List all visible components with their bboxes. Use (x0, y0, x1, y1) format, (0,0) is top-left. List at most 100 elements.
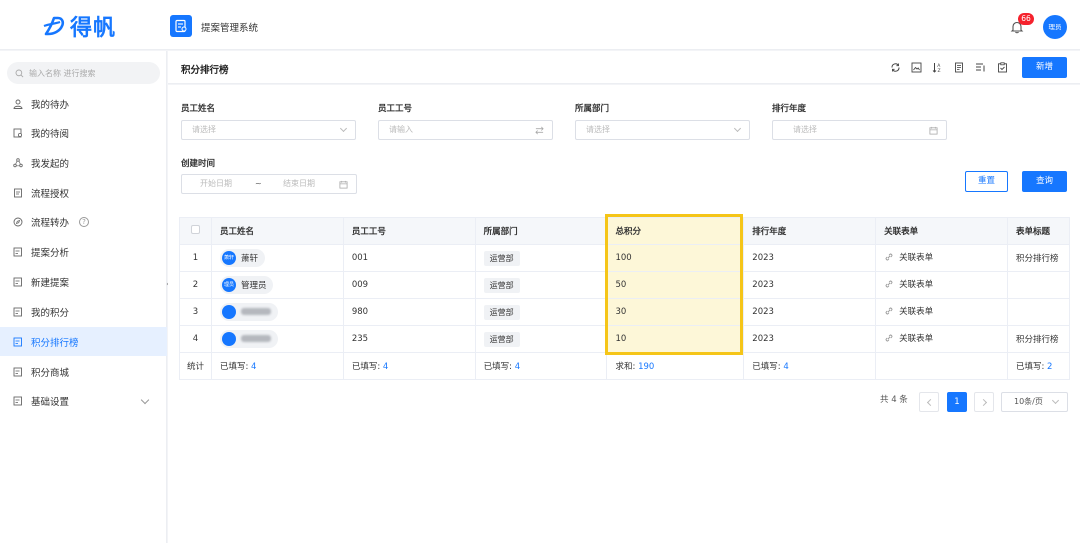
app-icon[interactable] (170, 15, 192, 37)
summary-cell: 已填写: 4 (210, 352, 344, 380)
brand-logo[interactable]: 得帆 (42, 12, 116, 41)
summary-label: 统计 (179, 352, 212, 380)
sidebar-item-proposal-analysis[interactable]: 提案分析 (0, 237, 167, 266)
page-toolbar: 积分排行榜 AZ 新增 (168, 51, 1080, 84)
report-app-icon (175, 19, 187, 33)
refresh-icon[interactable] (890, 62, 901, 73)
select-all-cell[interactable] (179, 217, 212, 245)
summary-cell-empty (875, 352, 1008, 380)
employee-id-cell: 009 (342, 271, 476, 299)
table-panel: 员工姓名 员工工号 所属部门 总积分 排行年度 关联表单 表单标题 1 萧轩 萧轩… (168, 214, 1080, 543)
department-tag: 运营部 (483, 250, 520, 266)
sidebar-item-label: 新建提案 (31, 277, 70, 289)
total-points-cell: 100 (606, 244, 745, 272)
next-page-button[interactable] (974, 392, 994, 412)
sidebar-item-points-mall[interactable]: 积分商城 (0, 357, 167, 386)
sidebar: 输入名称 进行搜索 我的待办 我的待阅 我发起的 流程授权 流程转办 ? 提案分… (0, 51, 167, 543)
sidebar-item-basic-settings[interactable]: 基础设置 (0, 386, 167, 415)
chevron-down-icon (733, 124, 742, 133)
summary-prefix: 已填写: (483, 362, 515, 372)
form-icon[interactable] (954, 62, 965, 73)
page-number-button[interactable]: 1 (947, 392, 967, 412)
table-row[interactable]: 4 235 运营部 10 2023 关联表单 积分排行榜 (179, 325, 1071, 353)
column-header[interactable]: 关联表单 (875, 217, 1008, 245)
report-icon (13, 367, 22, 376)
sidebar-item-my-points[interactable]: 我的积分 (0, 297, 167, 326)
person-chip-blurred[interactable] (219, 329, 278, 348)
related-form-link[interactable]: 关联表单 (884, 332, 933, 344)
page-size-select[interactable]: 10条/页 (1001, 392, 1068, 412)
report-icon (13, 247, 22, 256)
sidebar-item-my-toread[interactable]: 我的待阅 (0, 118, 167, 147)
query-button[interactable]: 查询 (1022, 171, 1067, 192)
link-icon (885, 334, 893, 342)
column-header[interactable]: 员工工号 (342, 217, 476, 245)
table-row[interactable]: 1 萧轩 萧轩 001 运营部 100 2023 关联表单 积分排行榜 (179, 244, 1071, 272)
end-date-placeholder: 结束日期 (283, 179, 315, 188)
swap-icon[interactable] (535, 126, 544, 135)
department-cell: 运营部 (474, 325, 608, 353)
help-icon[interactable]: ? (79, 216, 90, 227)
column-header[interactable]: 排行年度 (743, 217, 877, 245)
link-icon (885, 253, 893, 261)
prev-page-button[interactable] (919, 392, 939, 412)
filter-label-employee-id: 员工工号 (378, 104, 413, 114)
summary-prefix: 已填写: (351, 362, 383, 372)
sidebar-item-new-proposal[interactable]: 新建提案 (0, 267, 167, 296)
person-name: 管理员 (240, 281, 267, 291)
compass-icon (13, 217, 23, 226)
avatar (221, 304, 236, 319)
logo-mark-icon (43, 16, 65, 36)
list-filter-icon[interactable] (975, 62, 986, 73)
avatar: 理员 (221, 278, 236, 292)
table-summary-row: 统计 已填写: 4 已填写: 4 已填写: 4 求和: 190 已填写: 4 已… (179, 352, 1071, 380)
employee-id-cell: 235 (342, 325, 476, 353)
sidebar-item-flow-transfer[interactable]: 流程转办 ? (0, 207, 167, 236)
summary-prefix: 求和: (615, 362, 639, 372)
sidebar-item-points-ranking[interactable]: 积分排行榜 (0, 327, 167, 356)
user-avatar[interactable]: 理员 (1043, 15, 1067, 39)
person-chip[interactable]: 萧轩 萧轩 (219, 249, 265, 267)
row-index: 1 (179, 244, 212, 272)
person-chip-blurred[interactable] (219, 302, 278, 321)
column-header[interactable]: 表单标题 (1006, 217, 1071, 245)
report-icon (13, 337, 22, 346)
filter-label-employee-name: 员工姓名 (181, 104, 216, 114)
table-row[interactable]: 2 理员 管理员 009 运营部 50 2023 关联表单 (179, 271, 1071, 299)
avatar (221, 331, 236, 346)
related-form-link[interactable]: 关联表单 (884, 278, 933, 290)
related-form-link[interactable]: 关联表单 (884, 305, 933, 317)
employee-name-select[interactable]: 请选择 (181, 120, 356, 140)
summary-prefix: 已填写: (1015, 362, 1048, 372)
sidebar-item-label: 积分商城 (31, 367, 70, 379)
sort-icon[interactable]: AZ (932, 62, 943, 73)
sidebar-item-label: 我的积分 (31, 307, 70, 319)
department-select[interactable]: 请选择 (575, 120, 750, 140)
table-row[interactable]: 3 980 运营部 30 2023 关联表单 (179, 298, 1071, 326)
image-icon[interactable] (911, 62, 922, 73)
related-form-link[interactable]: 关联表单 (884, 251, 933, 263)
sidebar-item-my-todo[interactable]: 我的待办 (0, 89, 167, 118)
summary-cell: 已填写: 2 (1006, 352, 1071, 380)
sidebar-search-input[interactable]: 输入名称 进行搜索 (7, 62, 160, 84)
column-header-total-points[interactable]: 总积分 (606, 217, 745, 245)
created-time-range[interactable]: 开始日期 ~ 结束日期 (181, 174, 357, 194)
select-all-checkbox[interactable] (190, 225, 200, 234)
sidebar-item-label: 提案分析 (31, 247, 70, 259)
column-header[interactable]: 员工姓名 (210, 217, 344, 245)
person-chip[interactable]: 理员 管理员 (219, 276, 274, 294)
new-button[interactable]: 新增 (1022, 57, 1067, 78)
redacted-name (240, 335, 271, 342)
employee-id-input[interactable]: 请输入 (378, 120, 553, 140)
reset-button[interactable]: 重置 (965, 171, 1008, 192)
filter-label-created-time: 创建时间 (181, 159, 216, 169)
ranking-year-picker[interactable]: 请选择 (772, 120, 947, 140)
sidebar-search-placeholder: 输入名称 进行搜索 (29, 68, 96, 78)
table-header-row: 员工姓名 员工工号 所属部门 总积分 排行年度 关联表单 表单标题 (179, 217, 1071, 245)
page-size-label: 10条/页 (1014, 397, 1043, 406)
column-header[interactable]: 所属部门 (474, 217, 608, 245)
related-form-label: 关联表单 (899, 334, 934, 344)
sidebar-item-flow-auth[interactable]: 流程授权 (0, 178, 167, 207)
sidebar-item-my-initiated[interactable]: 我发起的 (0, 148, 167, 177)
clipboard-check-icon[interactable] (997, 62, 1008, 73)
